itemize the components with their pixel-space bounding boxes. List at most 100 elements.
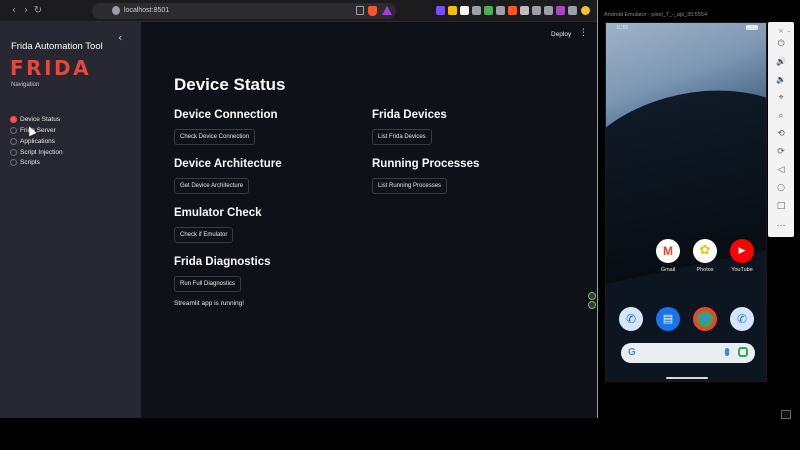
app-label: YouTube — [731, 267, 753, 273]
main-menu-icon[interactable]: ⋮ — [579, 28, 588, 38]
minimize-icon[interactable]: – — [782, 24, 796, 38]
radio-icon[interactable] — [10, 138, 17, 145]
extension-icon[interactable] — [508, 6, 517, 15]
extension-icon[interactable] — [568, 6, 577, 15]
back-icon[interactable]: ‹ — [8, 4, 20, 18]
profile-avatar[interactable] — [581, 6, 590, 15]
extension-icon[interactable] — [520, 6, 529, 15]
gmail-glyph: M — [663, 244, 673, 258]
home-gesture-bar[interactable] — [666, 377, 708, 379]
browser-window: ‹ › ↻ ☐ localhost:8501 — [0, 0, 598, 418]
app-label: Photos — [696, 267, 714, 273]
youtube-glyph: ▶ — [738, 246, 746, 256]
section-heading: Frida Diagnostics — [174, 256, 271, 268]
extension-icon[interactable] — [436, 6, 445, 15]
volume-down-icon[interactable]: 🔉 — [774, 73, 788, 87]
section-heading: Device Connection — [174, 109, 278, 121]
collapse-sidebar-icon[interactable]: ‹ — [118, 31, 122, 44]
nav-item-label: Scripts — [20, 159, 40, 166]
dialer-app-icon[interactable]: ✆ — [730, 307, 754, 331]
run-full-diagnostics-button[interactable]: Run Full Diagnostics — [174, 276, 242, 292]
window-button[interactable] — [781, 410, 791, 419]
share-icon[interactable] — [356, 6, 364, 15]
app-title: Frida Automation Tool — [11, 41, 103, 52]
chrome-app-icon[interactable]: ● — [693, 307, 717, 331]
phone-glyph: ✆ — [625, 312, 637, 326]
battery-icon — [746, 25, 758, 30]
status-message: Streamlit app is running! — [174, 300, 245, 307]
emulator-screen[interactable]: 11:55 M Gmail ✿ Photos ▶ YouTube ✆ ▤ ● ✆ — [605, 22, 767, 382]
section-heading: Emulator Check — [174, 207, 262, 219]
section-heading: Frida Devices — [372, 109, 447, 121]
check-device-connection-button[interactable]: Check Device Connection — [174, 129, 256, 145]
screenshot-icon[interactable]: ⌖ — [774, 91, 788, 105]
nav-item-label: Applications — [20, 138, 56, 145]
home-nav-icon[interactable]: ○ — [774, 181, 788, 195]
volume-up-icon[interactable]: 🔊 — [774, 55, 788, 69]
phone-app-icon[interactable]: ✆ — [619, 307, 643, 331]
address-bar[interactable]: localhost:8501 — [92, 3, 396, 19]
list-frida-devices-button[interactable]: List Frida Devices — [372, 129, 432, 145]
handle-icon[interactable] — [588, 292, 596, 300]
get-device-architecture-button[interactable]: Get Device Architecture — [174, 178, 250, 194]
google-search-bar[interactable]: G — [621, 343, 755, 363]
radio-icon[interactable] — [10, 159, 17, 166]
browser-toolbar: ‹ › ↻ ☐ localhost:8501 — [0, 0, 597, 22]
forward-icon[interactable]: › — [20, 4, 32, 18]
site-info-icon[interactable] — [112, 6, 120, 15]
brave-rewards-icon[interactable] — [382, 6, 392, 15]
radio-icon[interactable] — [10, 127, 17, 134]
back-nav-icon[interactable]: ◁ — [774, 163, 788, 177]
photos-app-icon[interactable]: ✿ — [693, 239, 717, 263]
extension-icon[interactable] — [448, 6, 457, 15]
more-icon[interactable]: … — [774, 217, 788, 231]
brave-shield-icon[interactable] — [368, 6, 377, 16]
emulator-controls: × – ⏻ 🔊 🔉 ⌖ ⌕ ⟲ ⟳ ◁ ○ □ … — [768, 22, 794, 237]
dialer-glyph: ✆ — [736, 312, 748, 326]
nav-item-applications[interactable]: Applications — [10, 137, 130, 147]
section-heading: Device Architecture — [174, 158, 282, 170]
deploy-button[interactable]: Deploy — [551, 31, 571, 38]
emulator-title: Android Emulator - pixel_7_-_api_35:5554 — [604, 12, 708, 18]
rotate-left-icon[interactable]: ⟲ — [774, 127, 788, 141]
reload-icon[interactable]: ↻ — [32, 4, 44, 18]
gmail-app-icon[interactable]: M — [656, 239, 680, 263]
messages-glyph: ▤ — [662, 312, 674, 325]
extension-icon[interactable] — [484, 6, 493, 15]
section-heading: Running Processes — [372, 158, 480, 170]
app-label: Gmail — [660, 267, 676, 273]
screen: ‹ › ↻ ☐ localhost:8501 — [0, 0, 800, 450]
extension-icon[interactable] — [460, 6, 469, 15]
clock: 11:55 — [616, 25, 629, 31]
rotate-right-icon[interactable]: ⟳ — [774, 145, 788, 159]
overview-nav-icon[interactable]: □ — [774, 199, 788, 213]
check-if-emulator-button[interactable]: Check if Emulator — [174, 227, 234, 243]
extension-icon[interactable] — [496, 6, 505, 15]
handle-icon[interactable] — [588, 301, 596, 309]
mic-icon[interactable] — [725, 348, 729, 356]
nav-item-device-status[interactable]: Device Status — [10, 115, 130, 125]
nav-item-label: Script Injection — [20, 149, 63, 156]
status-bar: 11:55 — [606, 23, 766, 33]
power-icon[interactable]: ⏻ — [774, 37, 788, 51]
list-running-processes-button[interactable]: List Running Processes — [372, 178, 448, 194]
extension-icon[interactable] — [544, 6, 553, 15]
lens-icon[interactable] — [738, 347, 748, 357]
frida-logo: FRIDA — [10, 56, 92, 80]
extension-icon[interactable] — [472, 6, 481, 15]
messages-app-icon[interactable]: ▤ — [656, 307, 680, 331]
nav-item-label: Device Status — [20, 116, 61, 123]
photos-glyph: ✿ — [699, 243, 711, 258]
page-title: Device Status — [174, 75, 286, 94]
radio-icon[interactable] — [10, 149, 17, 156]
url-text: localhost:8501 — [124, 7, 170, 14]
youtube-app-icon[interactable]: ▶ — [730, 239, 754, 263]
extension-icon[interactable] — [532, 6, 541, 15]
nav-item-scripts[interactable]: Scripts — [10, 158, 130, 168]
radio-selected-icon[interactable] — [10, 116, 17, 123]
chrome-glyph: ● — [700, 313, 710, 324]
zoom-icon[interactable]: ⌕ — [774, 109, 788, 123]
nav-item-script-injection[interactable]: Script Injection — [10, 148, 130, 158]
navigation-label: Navigation — [11, 82, 40, 88]
extension-icon[interactable] — [556, 6, 565, 15]
